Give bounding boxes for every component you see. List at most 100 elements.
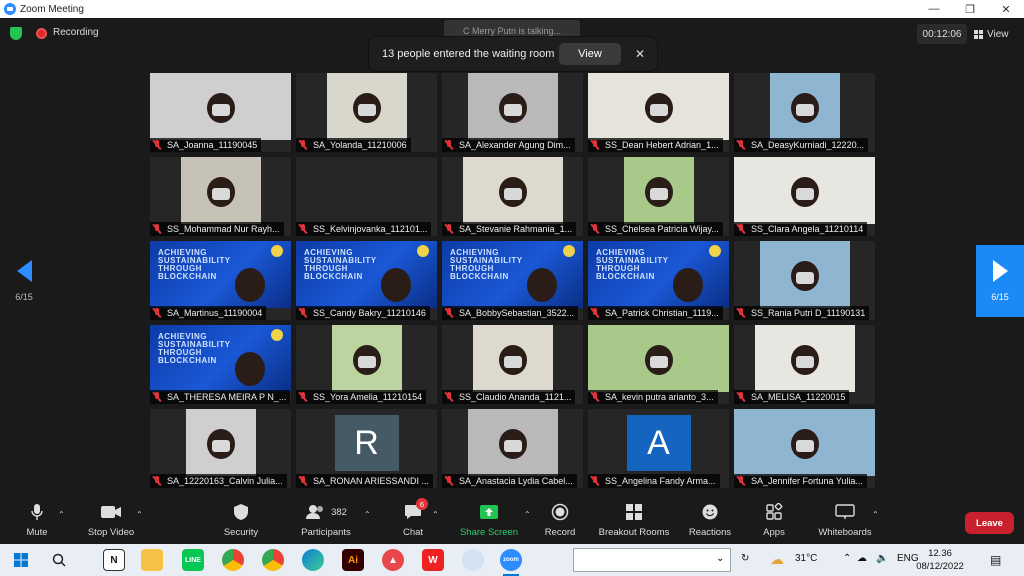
microphone-icon <box>30 502 44 522</box>
chat-button[interactable]: 6 Chat <box>398 498 428 542</box>
notifications-icon[interactable]: ▤ <box>990 553 1001 567</box>
maximize-button[interactable]: ❐ <box>952 0 988 18</box>
arc-app-icon[interactable]: ▲ <box>382 549 404 571</box>
line-app-icon[interactable]: LINE <box>182 549 204 571</box>
apps-button[interactable]: Apps <box>760 502 788 542</box>
file-explorer-icon[interactable] <box>141 549 163 571</box>
participant-tile[interactable]: SS_Kelvinjovanka_112101... <box>296 157 437 236</box>
muted-mic-icon <box>152 140 162 150</box>
stop-video-button[interactable]: Stop Video <box>86 502 136 542</box>
participant-tile[interactable]: SA_MELISA_11220015 <box>734 325 875 404</box>
participant-tile[interactable]: SS_Chelsea Patricia Wijay... <box>588 157 729 236</box>
share-options-caret-icon[interactable]: ⌃ <box>524 510 531 519</box>
taskbar-address-box[interactable] <box>573 548 731 572</box>
zoom-taskbar-icon[interactable]: zoom <box>500 549 522 571</box>
record-button[interactable]: Record <box>542 502 578 542</box>
view-button[interactable]: View <box>974 24 1018 44</box>
video-options-caret-icon[interactable]: ⌃ <box>136 510 143 519</box>
encryption-shield-icon[interactable] <box>10 27 22 40</box>
muted-mic-icon <box>736 476 746 486</box>
mute-options-caret-icon[interactable]: ⌃ <box>58 510 65 519</box>
participant-tile[interactable]: ACHIEVING SUSTAINABILITY THROUGH BLOCKCH… <box>150 325 291 404</box>
weather-icon[interactable]: ☁ <box>770 551 784 568</box>
participant-tile[interactable]: ACHIEVING SUSTAINABILITY THROUGH BLOCKCH… <box>442 241 583 320</box>
participant-video <box>331 325 402 392</box>
whiteboards-options-caret-icon[interactable]: ⌃ <box>872 510 879 519</box>
participant-name: SS_Claudio Ananda_1121... <box>459 392 572 402</box>
address-dropdown-icon[interactable]: ⌄ <box>716 553 724 564</box>
participant-tile[interactable]: ACHIEVING SUSTAINABILITY THROUGH BLOCKCH… <box>588 241 729 320</box>
muted-mic-icon <box>298 392 308 402</box>
participant-tile[interactable]: SA_Yolanda_11210006 <box>296 73 437 152</box>
participant-tile[interactable]: A SS_Angelina Fandy Arma... <box>588 409 729 488</box>
reactions-smiley-icon <box>701 502 719 522</box>
close-window-button[interactable]: ✕ <box>988 0 1024 18</box>
security-button[interactable]: Security <box>222 502 260 542</box>
mute-button[interactable]: Mute <box>22 502 52 542</box>
participants-options-caret-icon[interactable]: ⌃ <box>364 510 371 519</box>
participant-tile[interactable]: SA_Stevanie Rahmania_1... <box>442 157 583 236</box>
recording-icon[interactable] <box>36 28 47 39</box>
virtual-background-banner: ACHIEVING SUSTAINABILITY THROUGH BLOCKCH… <box>150 325 291 392</box>
share-screen-button[interactable]: Share Screen <box>458 502 520 542</box>
participant-tile[interactable]: R SA_RONAN ARIESSANDI ... <box>296 409 437 488</box>
windows-start-icon[interactable] <box>10 549 32 571</box>
onedrive-icon[interactable]: ☁ <box>857 553 867 564</box>
close-notice-icon[interactable]: ✕ <box>631 47 649 61</box>
taskbar-search-icon[interactable] <box>48 549 70 571</box>
leave-button[interactable]: Leave <box>965 512 1014 534</box>
participant-tile[interactable]: SA_DeasyKurniadi_12220... <box>734 73 875 152</box>
participants-button[interactable]: 382 Participants <box>298 502 354 542</box>
participant-tile[interactable]: SS_Claudio Ananda_1121... <box>442 325 583 404</box>
arrow-left-icon <box>16 260 32 282</box>
participant-tile[interactable]: SS_Clara Angela_11210114 <box>734 157 875 236</box>
minimize-button[interactable]: — <box>916 0 952 18</box>
participant-name-label: SA_RONAN ARIESSANDI ... <box>296 474 434 488</box>
meeting-timer: 00:12:06 <box>917 24 967 44</box>
participant-tile[interactable]: SS_Dean Hebert Adrian_1... <box>588 73 729 152</box>
participant-video <box>588 73 729 140</box>
chrome-profile-icon[interactable] <box>262 549 284 571</box>
muted-mic-icon <box>736 224 746 234</box>
reactions-button[interactable]: Reactions <box>688 502 732 542</box>
participant-name-label: SS_Clara Angela_11210114 <box>734 222 868 236</box>
participant-tile[interactable]: SA_Anastacia Lydia Cabel... <box>442 409 583 488</box>
participant-tile[interactable]: SA_Alexander Agung Dim... <box>442 73 583 152</box>
wps-office-icon[interactable]: W <box>422 549 444 571</box>
participant-tile[interactable]: SA_Joanna_11190045 <box>150 73 291 152</box>
breakout-rooms-button[interactable]: Breakout Rooms <box>596 502 672 542</box>
participant-tile[interactable]: SA_Jennifer Fortuna Yulia... <box>734 409 875 488</box>
chat-options-caret-icon[interactable]: ⌃ <box>432 510 439 519</box>
participant-tile[interactable]: SA_12220163_Calvin Julia... <box>150 409 291 488</box>
participant-name-label: SS_Rania Putri D_11190131 <box>734 306 870 320</box>
next-page-button[interactable]: 6/15 <box>976 245 1024 317</box>
notion-app-icon[interactable]: N <box>103 549 125 571</box>
chat-bubble-icon: 6 <box>404 498 428 522</box>
volume-icon[interactable]: 🔈 <box>876 553 888 564</box>
adobe-illustrator-icon[interactable]: Ai <box>342 549 364 571</box>
chrome-icon[interactable] <box>222 549 244 571</box>
participant-tile[interactable]: SS_Rania Putri D_11190131 <box>734 241 875 320</box>
system-clock[interactable]: 12.36 08/12/2022 <box>914 547 966 573</box>
edge-browser-icon[interactable] <box>302 549 324 571</box>
network-app-icon[interactable] <box>462 549 484 571</box>
refresh-icon[interactable]: ↻ <box>741 553 749 564</box>
participant-name-label: SA_DeasyKurniadi_12220... <box>734 138 869 152</box>
tray-overflow-icon[interactable]: ⌃ <box>843 553 851 564</box>
banner-text: ACHIEVING SUSTAINABILITY THROUGH BLOCKCH… <box>450 248 523 281</box>
whiteboards-button[interactable]: Whiteboards <box>814 502 876 542</box>
participant-tile[interactable]: SA_kevin putra arianto_3... <box>588 325 729 404</box>
participant-tile[interactable]: SS_Mohammad Nur Rayh... <box>150 157 291 236</box>
participant-name: SS_Yora Amelia_11210154 <box>313 392 423 402</box>
participant-name: SA_MELISA_11220015 <box>751 392 846 402</box>
muted-mic-icon <box>444 476 454 486</box>
participant-tile[interactable]: ACHIEVING SUSTAINABILITY THROUGH BLOCKCH… <box>150 241 291 320</box>
waiting-room-view-button[interactable]: View <box>559 43 621 65</box>
participant-name: SA_kevin putra arianto_3... <box>605 392 714 402</box>
previous-page-button[interactable]: 6/15 <box>0 245 48 317</box>
participant-name-label: SA_THERESA MEIRA P N_... <box>150 390 291 404</box>
participant-tile[interactable]: ACHIEVING SUSTAINABILITY THROUGH BLOCKCH… <box>296 241 437 320</box>
participant-tile[interactable]: SS_Yora Amelia_11210154 <box>296 325 437 404</box>
muted-mic-icon <box>152 476 162 486</box>
participant-name: SA_THERESA MEIRA P N_... <box>167 392 287 402</box>
